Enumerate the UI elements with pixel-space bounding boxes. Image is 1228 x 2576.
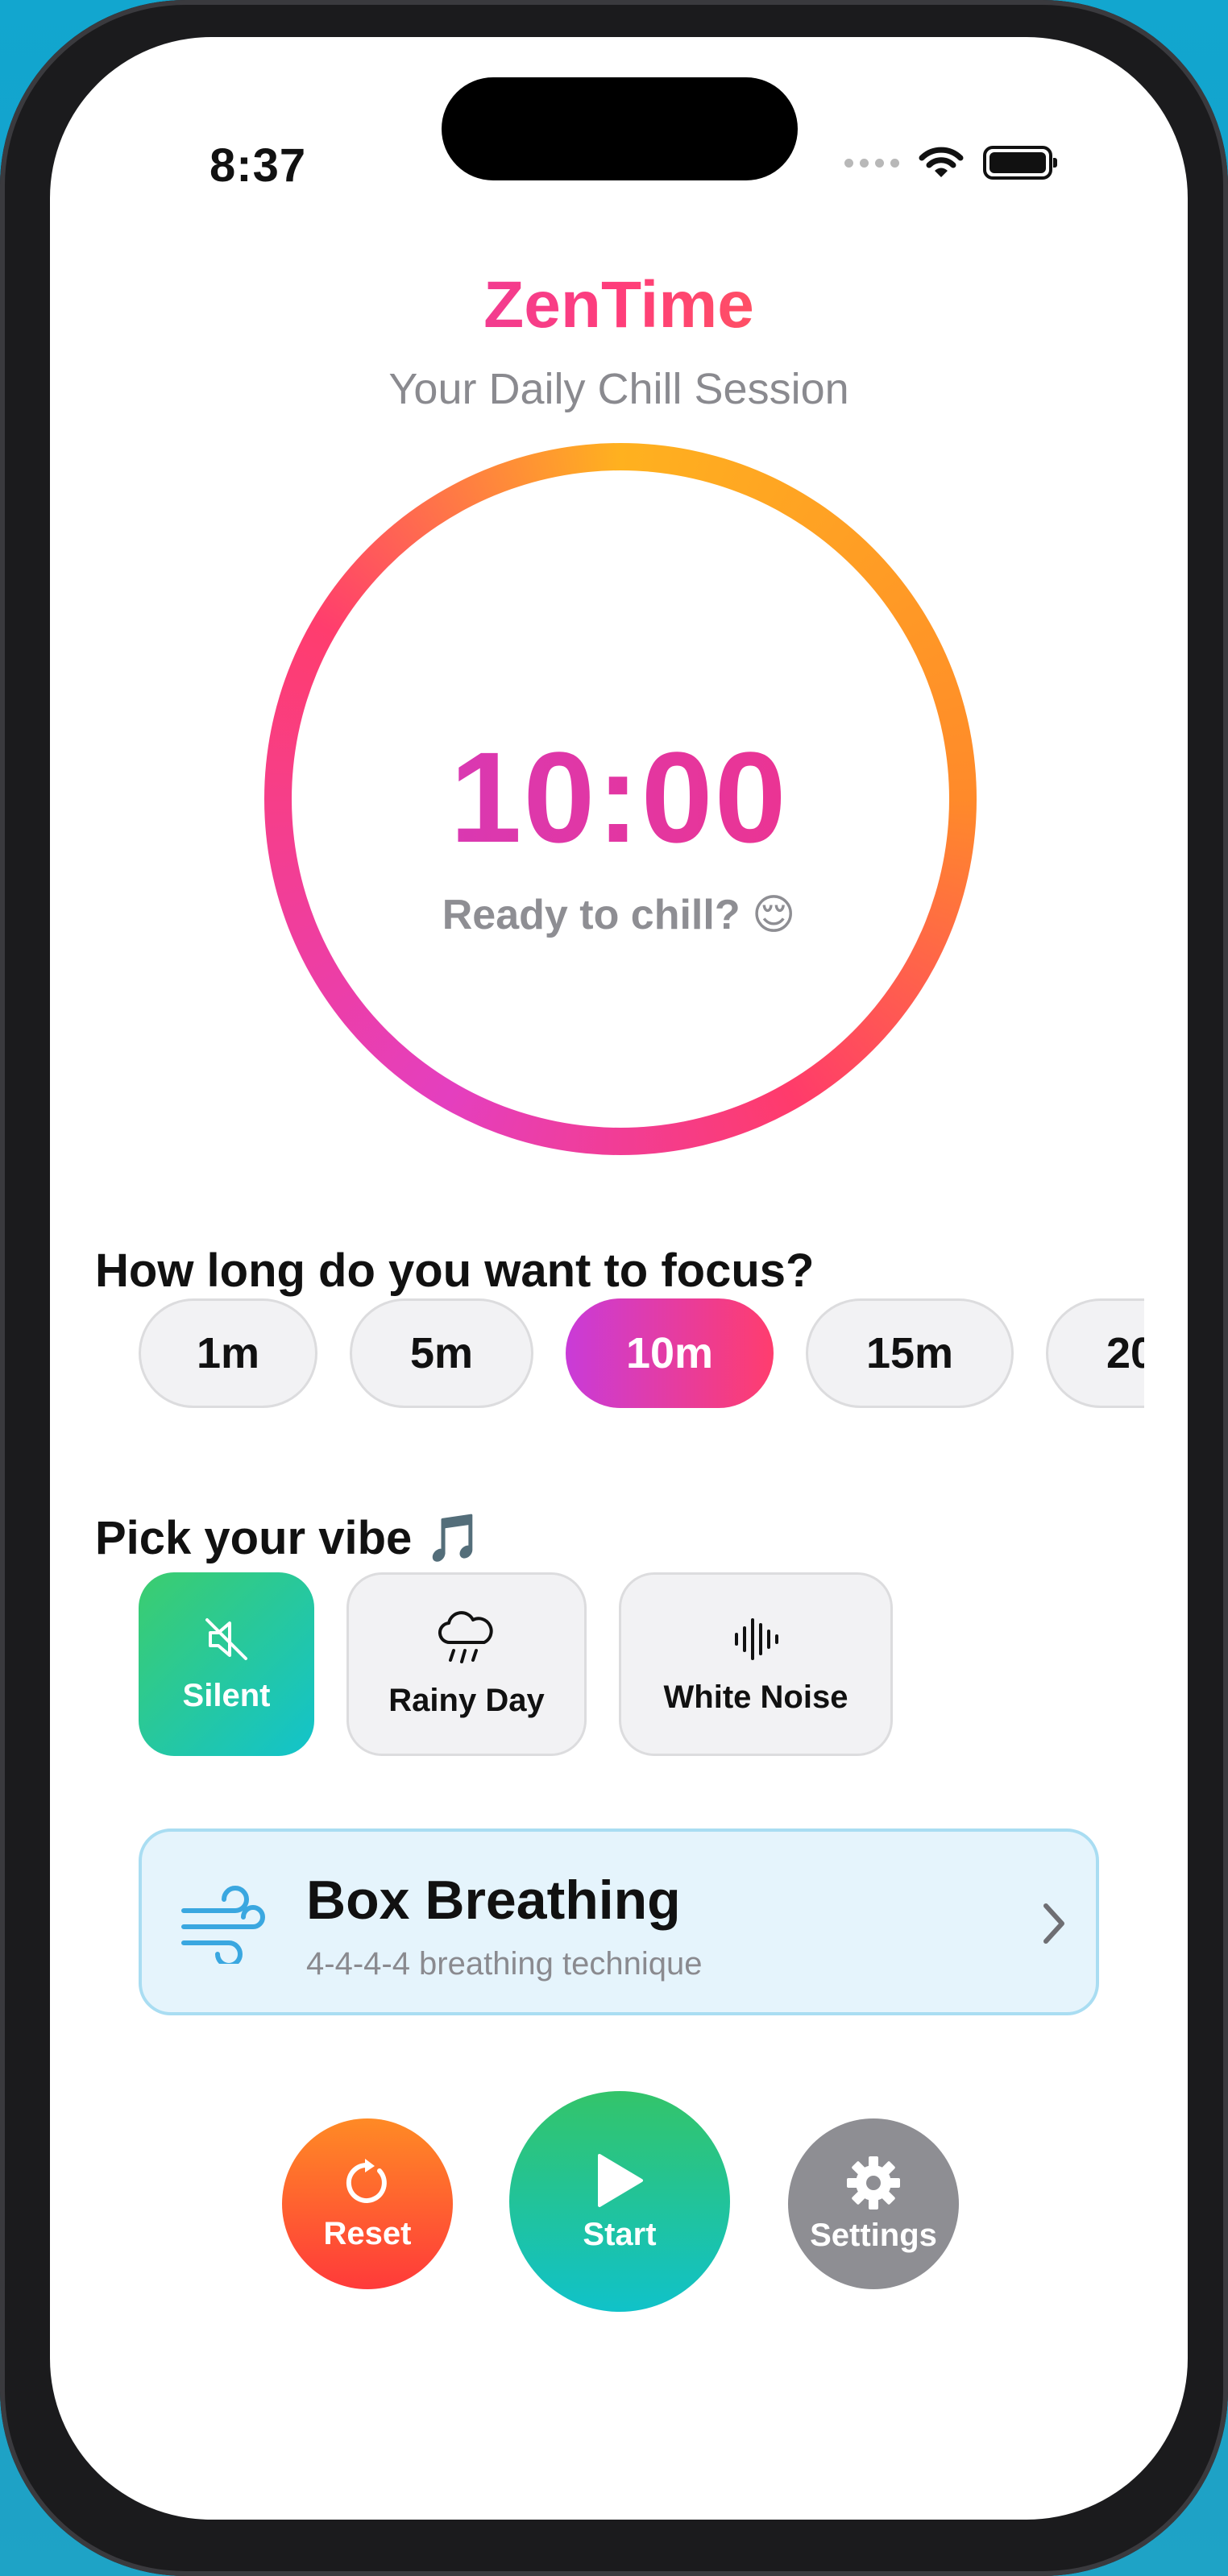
battery-icon — [983, 146, 1057, 180]
vibe-label-silent: Silent — [182, 1677, 271, 1713]
cloud-rain-icon — [438, 1610, 493, 1663]
dynamic-island — [442, 77, 798, 180]
app-subtitle: Your Daily Chill Session — [388, 365, 849, 413]
duration-option-20m[interactable]: 20m — [1046, 1298, 1144, 1408]
status-time: 8:37 — [210, 139, 307, 192]
duration-section-title: How long do you want to focus? — [95, 1245, 815, 1297]
refresh-icon — [346, 2158, 387, 2203]
duration-option-1m[interactable]: 1m — [139, 1298, 317, 1408]
vibe-option-rainy-day[interactable]: Rainy Day — [346, 1572, 587, 1756]
gear-icon — [847, 2156, 900, 2209]
wifi-icon — [919, 147, 964, 177]
settings-button[interactable]: Settings — [788, 2118, 959, 2289]
wind-icon — [181, 1886, 265, 1964]
waveform-icon — [735, 1617, 778, 1660]
cellular-signal-icon — [844, 158, 899, 168]
vibe-option-silent[interactable]: Silent — [139, 1572, 314, 1756]
settings-label: Settings — [810, 2217, 937, 2253]
breathing-subtitle: 4-4-4-4 breathing technique — [306, 1946, 703, 1982]
duration-option-10m[interactable]: 10m — [566, 1298, 774, 1408]
timer-status: Ready to chill? 😌 — [442, 892, 796, 938]
chevron-right-icon — [1043, 1903, 1064, 1944]
vibe-label-white-noise: White Noise — [663, 1679, 848, 1715]
app-title: ZenTime — [50, 267, 1188, 343]
phone-frame: 8:37 ZenTime Your Daily Chill Session 10… — [0, 0, 1228, 2576]
vibe-option-white-noise[interactable]: White Noise — [619, 1572, 893, 1756]
vibe-label-rainy-day: Rainy Day — [388, 1682, 545, 1718]
status-icons — [844, 145, 1057, 180]
breathing-card[interactable]: Box Breathing 4-4-4-4 breathing techniqu… — [139, 1828, 1099, 2015]
start-button[interactable]: Start — [509, 2091, 730, 2312]
reset-label: Reset — [323, 2215, 412, 2251]
reset-button[interactable]: Reset — [282, 2118, 453, 2289]
start-label: Start — [583, 2216, 657, 2252]
breathing-title: Box Breathing — [306, 1870, 681, 1931]
vibe-picker: Silent Rainy Day White Noise — [139, 1572, 893, 1756]
app-screen: 8:37 ZenTime Your Daily Chill Session 10… — [50, 37, 1188, 2520]
duration-option-5m[interactable]: 5m — [350, 1298, 533, 1408]
duration-option-15m[interactable]: 15m — [806, 1298, 1014, 1408]
speaker-slash-icon — [205, 1617, 247, 1660]
duration-picker[interactable]: 1m 5m 10m 15m 20m — [139, 1298, 1144, 1411]
play-icon — [598, 2153, 643, 2207]
timer-display: 10:00 — [50, 723, 1188, 872]
vibe-section-title: Pick your vibe 🎵 — [95, 1512, 483, 1564]
